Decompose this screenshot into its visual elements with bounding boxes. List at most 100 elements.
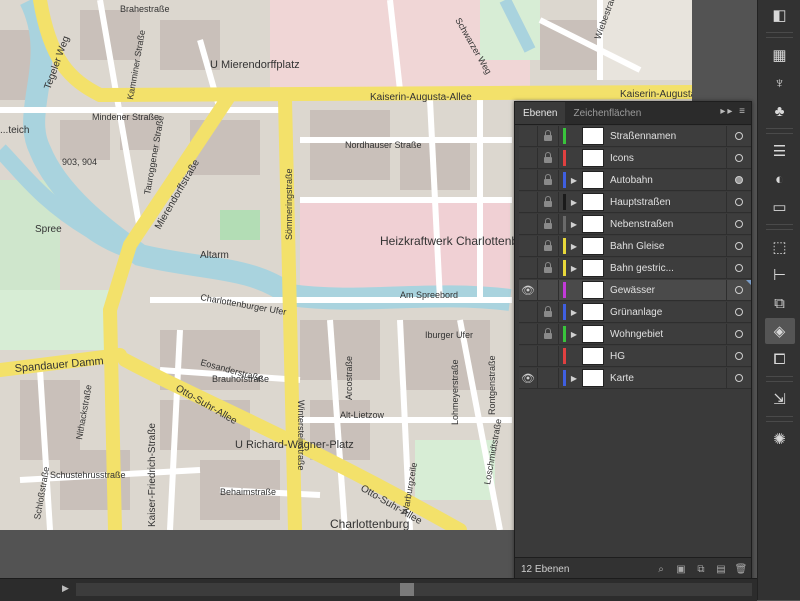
lock-icon[interactable] xyxy=(538,192,559,212)
layer-name[interactable]: Karte xyxy=(610,373,726,384)
layer-row[interactable]: ▶ Wohngebiet xyxy=(519,324,751,345)
lock-icon[interactable] xyxy=(538,170,559,190)
lock-icon[interactable] xyxy=(538,236,559,256)
transform-icon[interactable]: ⬚ xyxy=(765,234,795,260)
club-icon[interactable]: ♣ xyxy=(765,98,795,124)
layer-row[interactable]: ▶ Autobahn xyxy=(519,170,751,191)
layer-name[interactable]: Grünanlage xyxy=(610,307,726,318)
layers-icon[interactable]: ◈ xyxy=(764,318,795,344)
lock-icon[interactable] xyxy=(538,258,559,278)
lock-icon[interactable] xyxy=(538,126,559,146)
visibility-eye-icon[interactable] xyxy=(519,126,538,146)
visibility-eye-icon[interactable] xyxy=(519,346,538,366)
layer-name[interactable]: Autobahn xyxy=(610,175,726,186)
visibility-eye-icon[interactable] xyxy=(519,214,538,234)
target-circle-icon[interactable] xyxy=(726,368,751,388)
expand-arrow-icon[interactable]: ▶ xyxy=(566,258,582,278)
expand-arrow-icon[interactable]: ▶ xyxy=(566,368,582,388)
layer-row[interactable]: HG xyxy=(519,346,751,367)
expand-arrow-icon[interactable]: ▶ xyxy=(566,170,582,190)
lock-icon[interactable] xyxy=(538,368,559,388)
target-circle-icon[interactable] xyxy=(726,126,751,146)
lock-icon[interactable] xyxy=(538,346,559,366)
scroll-track[interactable] xyxy=(76,583,752,596)
lock-icon[interactable] xyxy=(538,324,559,344)
new-sublayer-icon[interactable]: ⧉ xyxy=(691,559,711,578)
visibility-eye-icon[interactable]: 👁 xyxy=(519,368,538,388)
delete-icon[interactable]: 🗑 xyxy=(731,559,751,578)
canvas-area[interactable]: U Mierendorffplatz U Richard-Wagner-Plat… xyxy=(0,0,757,578)
layer-row[interactable]: Straßennamen xyxy=(519,126,751,147)
layer-name[interactable]: Nebenstraßen xyxy=(610,219,726,230)
layer-row[interactable]: ▶ Bahn Gleise xyxy=(519,236,751,257)
search-icon[interactable]: ⌕ xyxy=(651,559,671,578)
target-ring xyxy=(735,176,743,184)
new-layer-icon[interactable]: ▤ xyxy=(711,559,731,578)
lock-icon[interactable] xyxy=(538,302,559,322)
place-label: Heizkraftwerk Charlottenburg xyxy=(380,234,535,248)
expand-arrow-icon[interactable]: ▶ xyxy=(566,236,582,256)
layer-row[interactable]: 👁 Gewässer xyxy=(519,280,751,301)
visibility-eye-icon[interactable] xyxy=(519,236,538,256)
layer-name[interactable]: Hauptstraßen xyxy=(610,197,726,208)
target-circle-icon[interactable] xyxy=(726,214,751,234)
panel-menu-icon[interactable]: ▸▸ ≡ xyxy=(720,106,747,117)
layer-name[interactable]: Gewässer xyxy=(610,285,726,296)
make-clipping-mask-icon[interactable]: ▣ xyxy=(671,559,691,578)
color-circle-icon[interactable]: ◐ xyxy=(765,166,795,192)
align-lines-icon[interactable]: ☰ xyxy=(765,138,795,164)
layer-name[interactable]: Icons xyxy=(610,153,726,164)
visibility-eye-icon[interactable] xyxy=(519,258,538,278)
layer-thumbnail xyxy=(582,347,604,365)
grid-icon[interactable]: ▦ xyxy=(765,42,795,68)
target-circle-icon[interactable] xyxy=(726,324,751,344)
layer-row[interactable]: Icons xyxy=(519,148,751,169)
target-circle-icon[interactable] xyxy=(726,346,751,366)
layer-row[interactable]: ▶ Grünanlage xyxy=(519,302,751,323)
expand-arrow-icon[interactable]: ▶ xyxy=(566,214,582,234)
layer-row[interactable]: ▶ Nebenstraßen xyxy=(519,214,751,235)
layer-name[interactable]: Bahn gestric... xyxy=(610,263,726,274)
page-icon[interactable]: ◧ xyxy=(765,2,795,28)
layer-row[interactable]: ▶ Hauptstraßen xyxy=(519,192,751,213)
gradient-icon[interactable]: ▭ xyxy=(765,194,795,220)
play-icon[interactable]: ▶ xyxy=(62,583,69,594)
scroll-thumb[interactable] xyxy=(400,583,414,596)
artboard-icon[interactable]: ⧠ xyxy=(765,346,795,372)
layer-name[interactable]: Wohngebiet xyxy=(610,329,726,340)
target-circle-icon[interactable] xyxy=(726,302,751,322)
lock-icon[interactable] xyxy=(538,280,559,300)
target-circle-icon[interactable] xyxy=(726,192,751,212)
brush-icon[interactable]: ♆ xyxy=(765,70,795,96)
target-circle-icon[interactable] xyxy=(726,236,751,256)
expand-arrow-icon[interactable]: ▶ xyxy=(566,302,582,322)
pathfinder-icon[interactable]: ⧉ xyxy=(765,290,795,316)
layers-panel: Ebenen Zeichenflächen ▸▸ ≡ Straßennamen I… xyxy=(514,101,752,578)
visibility-eye-icon[interactable]: 👁 xyxy=(519,280,538,300)
target-circle-icon[interactable] xyxy=(726,170,751,190)
street-label: Schustehrusstraße xyxy=(50,470,126,480)
export-icon[interactable]: ⇲ xyxy=(765,386,795,412)
lock-icon[interactable] xyxy=(538,148,559,168)
layer-name[interactable]: Straßennamen xyxy=(610,131,726,142)
sun-icon[interactable]: ✺ xyxy=(765,426,795,452)
target-circle-icon[interactable] xyxy=(726,258,751,278)
target-circle-icon[interactable] xyxy=(726,148,751,168)
target-ring xyxy=(735,286,743,294)
visibility-eye-icon[interactable] xyxy=(519,170,538,190)
visibility-eye-icon[interactable] xyxy=(519,302,538,322)
layer-name[interactable]: Bahn Gleise xyxy=(610,241,726,252)
lock-icon[interactable] xyxy=(538,214,559,234)
layer-row[interactable]: ▶ Bahn gestric... xyxy=(519,258,751,279)
visibility-eye-icon[interactable] xyxy=(519,148,538,168)
visibility-eye-icon[interactable] xyxy=(519,192,538,212)
expand-arrow-icon[interactable]: ▶ xyxy=(566,192,582,212)
layer-name[interactable]: HG xyxy=(610,351,726,362)
align-icon[interactable]: ⊢ xyxy=(765,262,795,288)
expand-arrow-icon[interactable]: ▶ xyxy=(566,324,582,344)
tab-ebenen[interactable]: Ebenen xyxy=(515,102,566,124)
layer-row[interactable]: 👁 ▶ Karte xyxy=(519,368,751,389)
horizontal-scrollbar[interactable]: ▶ ◀ xyxy=(0,578,757,601)
tab-zeichenflaechen[interactable]: Zeichenflächen xyxy=(565,102,649,124)
visibility-eye-icon[interactable] xyxy=(519,324,538,344)
